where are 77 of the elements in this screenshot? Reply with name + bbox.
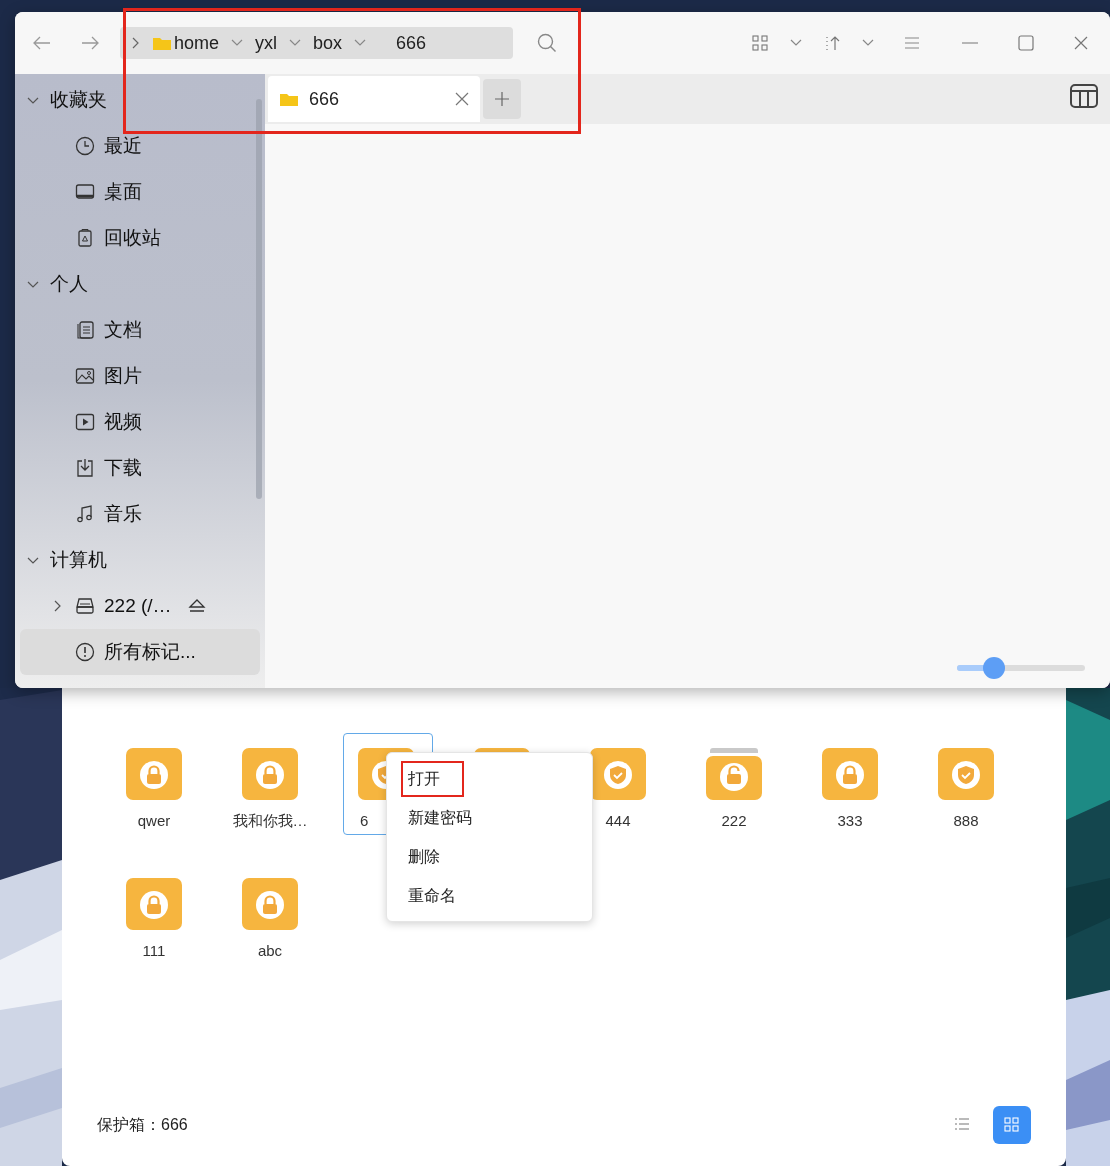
sidebar-item[interactable]: 222 (/…: [15, 583, 265, 629]
address-bar[interactable]: home yxl box 666: [120, 27, 513, 59]
menu-item[interactable]: 打开: [401, 760, 464, 797]
sidebar-group-label[interactable]: 计算机: [50, 545, 107, 575]
item-label: 333: [837, 811, 863, 831]
sidebar-item[interactable]: 音乐: [15, 491, 265, 537]
grid-icon: [1003, 1116, 1021, 1134]
plus-icon: [495, 92, 509, 106]
sidebar-group-label[interactable]: 个人: [50, 269, 88, 299]
caret-icon[interactable]: [289, 39, 302, 47]
sidebar-item[interactable]: 图片: [15, 353, 265, 399]
sidebar-item[interactable]: 所有标记...: [20, 629, 260, 675]
close-icon[interactable]: [1074, 36, 1088, 50]
sidebar-item[interactable]: 文档: [15, 307, 265, 353]
document-icon: [75, 320, 95, 340]
menu-item[interactable]: 重命名: [401, 877, 463, 914]
sidebar-item[interactable]: 回收站: [15, 215, 265, 261]
caret-icon[interactable]: [790, 39, 802, 47]
slider-thumb[interactable]: [983, 657, 1006, 679]
chevron-right-icon[interactable]: [132, 37, 140, 49]
tab[interactable]: 666: [268, 76, 480, 122]
icon-view-icon[interactable]: [752, 35, 768, 51]
forward-icon[interactable]: [81, 36, 99, 50]
menu-item[interactable]: 删除: [401, 838, 447, 875]
clock-icon: [75, 136, 95, 156]
item-label: 888: [953, 811, 979, 831]
item-label: 6: [360, 811, 369, 831]
sidebar-item[interactable]: 桌面: [15, 169, 265, 215]
lock-icon: [822, 748, 878, 800]
sidebar-item[interactable]: 下载: [15, 445, 265, 491]
drive-icon: [75, 596, 95, 616]
folder-lock-icon: [706, 748, 762, 800]
monitor-icon: [75, 182, 95, 202]
sidebar-item[interactable]: 最近: [15, 123, 265, 169]
caret-icon[interactable]: [231, 39, 244, 47]
breadcrumb-item[interactable]: yxl: [255, 29, 278, 57]
folder-icon: [152, 35, 172, 51]
breadcrumb-item[interactable]: box: [313, 29, 343, 57]
sidebar-item[interactable]: 视频: [15, 399, 265, 445]
grid-view-button[interactable]: [993, 1106, 1031, 1144]
caret-icon[interactable]: [862, 39, 874, 47]
item-label: qwer: [137, 811, 171, 831]
shield-icon: [938, 748, 994, 800]
panel-toggle-icon[interactable]: [1070, 84, 1098, 108]
item-label: 444: [605, 811, 631, 831]
lock-icon: [126, 878, 182, 930]
item-label: 111: [142, 941, 166, 961]
maximize-icon[interactable]: [1018, 35, 1034, 51]
item-label: abc: [257, 941, 283, 961]
lock-icon: [242, 748, 298, 800]
music-note-icon: [75, 504, 95, 524]
folder-icon: [279, 91, 299, 107]
image-icon: [75, 366, 95, 386]
tab-label: 666: [309, 87, 340, 111]
trash-icon: [75, 228, 95, 248]
breadcrumb-item[interactable]: 666: [396, 29, 427, 57]
download-icon: [75, 458, 95, 478]
vault-name-label: 保护箱：666: [97, 1115, 188, 1135]
menu-item[interactable]: 新建密码: [401, 799, 479, 836]
scrollbar[interactable]: [256, 99, 262, 499]
eject-icon[interactable]: [187, 599, 206, 613]
item-label: 222: [721, 811, 747, 831]
back-icon[interactable]: [33, 36, 51, 50]
sidebar-group-label[interactable]: 收藏夹: [50, 85, 107, 115]
breadcrumb-item[interactable]: home: [174, 29, 220, 57]
new-tab-button[interactable]: [483, 79, 521, 119]
sort-icon[interactable]: [824, 35, 840, 51]
zoom-slider[interactable]: [957, 657, 1085, 679]
menu-icon[interactable]: [904, 37, 920, 49]
caret-icon[interactable]: [354, 39, 367, 47]
play-icon: [75, 412, 95, 432]
search-icon[interactable]: [537, 33, 557, 53]
lock-icon: [242, 878, 298, 930]
exclamation-circle-icon: [75, 642, 95, 662]
lock-icon: [126, 748, 182, 800]
item-label: 我和你我…: [232, 811, 308, 831]
close-icon[interactable]: [455, 92, 469, 106]
